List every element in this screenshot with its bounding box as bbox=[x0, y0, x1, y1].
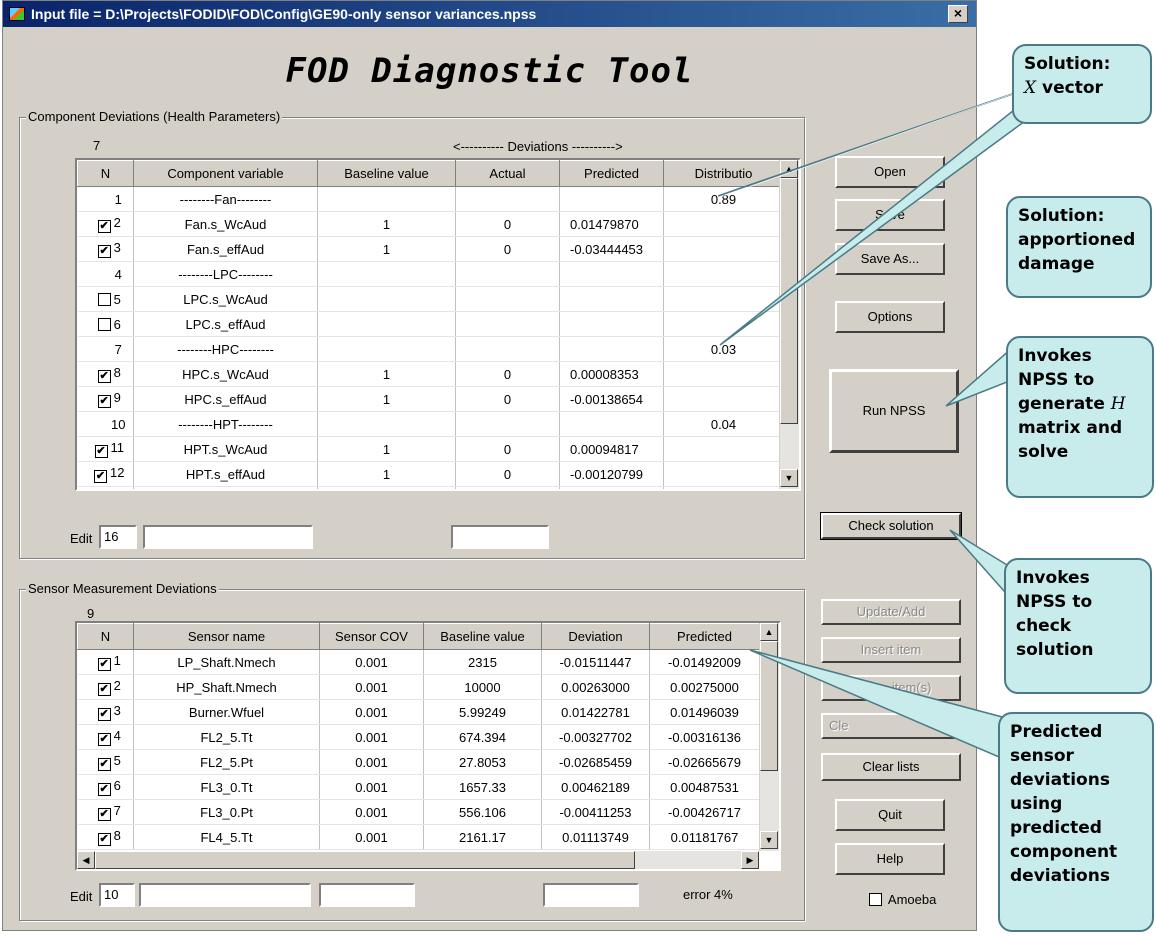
callout-run-npss-post: matrix and solve bbox=[1018, 418, 1123, 462]
callout-apportioned-damage: Solution: apportioned damage bbox=[1006, 196, 1152, 298]
callout-run-npss-var: H bbox=[1110, 394, 1126, 414]
pointer-tail-apportioned bbox=[719, 109, 1043, 346]
callout-solution-x-line1: Solution: bbox=[1024, 54, 1111, 74]
callout-run-npss: Invokes NPSS to generate H matrix and so… bbox=[1006, 336, 1154, 498]
callout-solution-x-rest: vector bbox=[1036, 78, 1103, 98]
pointer-tail-predicted bbox=[749, 649, 1007, 762]
pointer-tail-run-npss bbox=[945, 346, 1013, 407]
callout-run-npss-pre: Invokes NPSS to generate bbox=[1018, 346, 1111, 414]
callout-solution-x-vector: Solution: X vector bbox=[1012, 44, 1152, 124]
callout-predicted-sensor-deviations: Predicted sensor deviations using predic… bbox=[998, 712, 1154, 932]
callout-pointers bbox=[717, 91, 1043, 762]
callout-check-solution: Invokes NPSS to check solution bbox=[1004, 558, 1152, 694]
pointer-tail-check bbox=[949, 529, 1013, 602]
callout-solution-x-var: X bbox=[1024, 78, 1037, 98]
